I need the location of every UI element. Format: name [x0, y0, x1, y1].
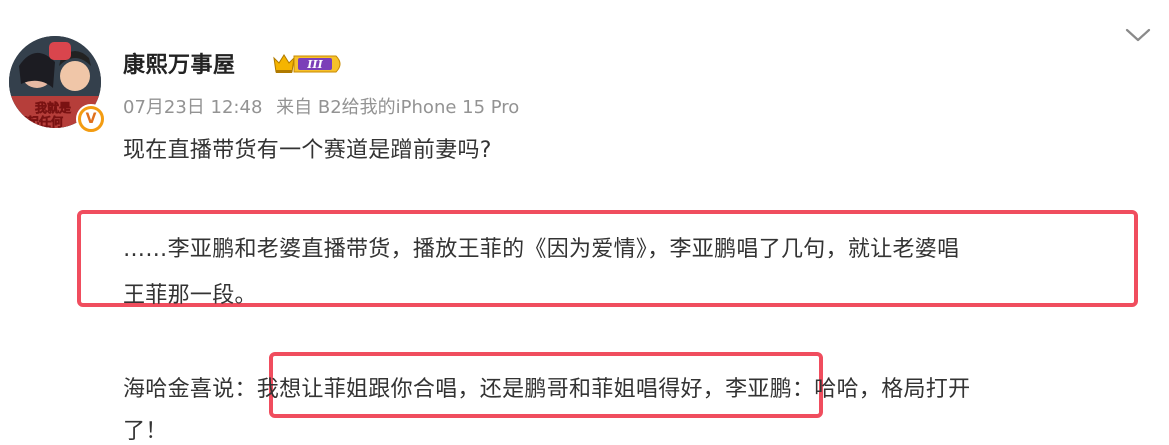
post-text-line: 现在直播带货有一个赛道是蹭前妻吗? [123, 138, 492, 163]
post-text-line: 了！ [123, 419, 168, 444]
post-meta: 07月23日 12:48 来自 B2给我的iPhone 15 Pro [123, 93, 527, 119]
verified-v-icon: V [76, 104, 106, 134]
avatar-caption-line1: 我就是 [35, 100, 72, 115]
quote-text-line: ……李亚鹏和老婆直播带货，播放王菲的《因为爱情》，李亚鹏唱了几句，就让老婆唱 [123, 237, 960, 262]
post-source: 来自 B2给我的iPhone 15 Pro [276, 97, 520, 118]
post-time[interactable]: 07月23日 12:48 [123, 97, 262, 118]
post-text-line: 海哈金喜说：我想让菲姐跟你合唱，还是鹏哥和菲姐唱得好，李亚鹏：哈哈，格局打开 [123, 377, 971, 402]
badge-level-text: III [306, 58, 323, 71]
author-name[interactable]: 康熙万事屋 [123, 47, 236, 79]
chevron-down-icon[interactable] [1124, 26, 1152, 44]
avatar-caption-line2: 不起任何 [15, 114, 63, 128]
quote-text-line: 王菲那一段。 [123, 283, 257, 308]
crown-level-badge-icon[interactable]: III [272, 51, 346, 77]
